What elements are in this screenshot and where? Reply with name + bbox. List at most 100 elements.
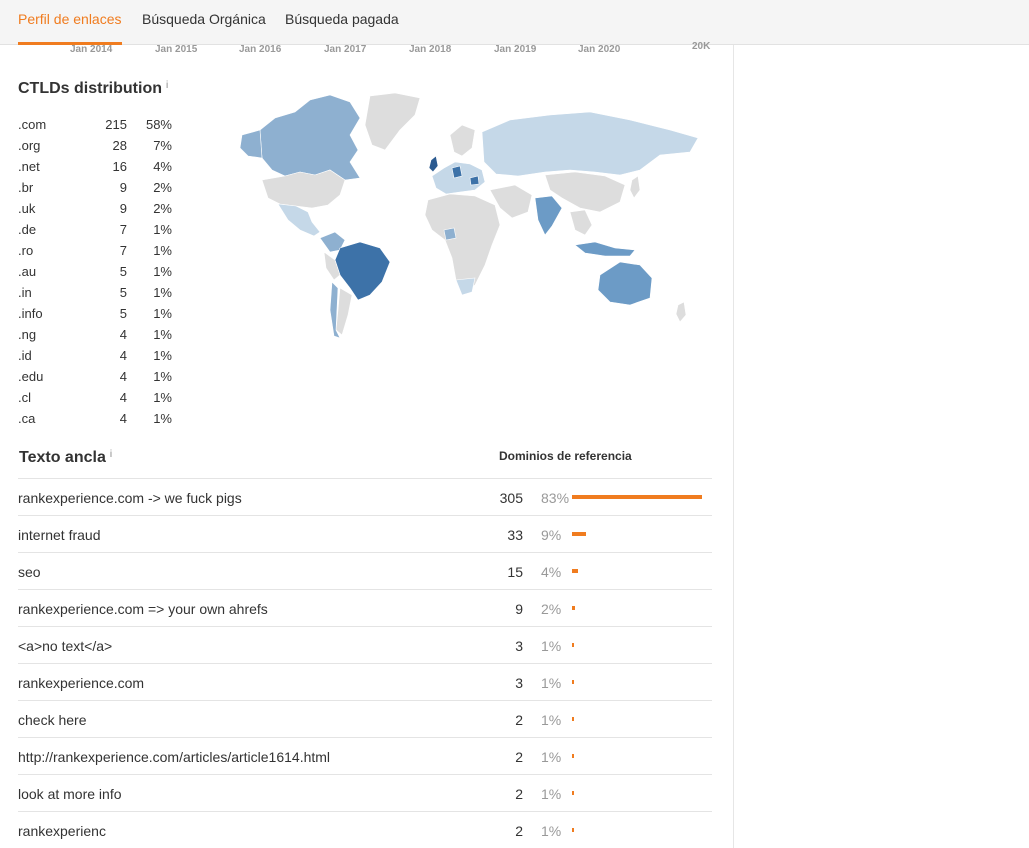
ctld-percent: 1% (153, 411, 172, 426)
ctld-count: 28 (112, 138, 127, 153)
ctld-percent: 7% (153, 138, 172, 153)
ctld-name: .de (18, 222, 37, 237)
ctld-percent: 2% (153, 201, 172, 216)
anchor-share-bar (572, 828, 574, 832)
ctld-row: .in 5 1% (18, 282, 178, 303)
right-panel-divider (733, 45, 734, 848)
map-region-alaska (239, 129, 263, 159)
anchor-share-bar (572, 717, 574, 721)
axis-y-label: 20K (692, 41, 711, 52)
ctld-name: .br (18, 180, 34, 195)
anchor-share-bar (572, 569, 578, 573)
ctld-name: .ro (18, 243, 34, 258)
anchor-text: http://rankexperience.com/articles/artic… (18, 749, 331, 765)
ctld-name: .au (18, 264, 37, 279)
ctld-percent: 1% (153, 327, 172, 342)
anchor-share-bar (572, 495, 702, 499)
anchor-row: check here 2 1% (18, 700, 712, 737)
ctld-row: .id 4 1% (18, 345, 178, 366)
ctld-row: .de 7 1% (18, 219, 178, 240)
ctld-count: 215 (105, 117, 127, 132)
anchor-text: <a>no text</a> (18, 638, 113, 654)
anchor-row: <a>no text</a> 3 1% (18, 626, 712, 663)
anchor-text: seo (18, 564, 41, 580)
anchor-domain-count: 33 (507, 527, 523, 543)
ctld-name: .ca (18, 411, 36, 426)
ctld-count: 4 (119, 411, 127, 426)
anchor-domain-count: 3 (515, 675, 523, 691)
ctld-row: .com 215 58% (18, 114, 178, 135)
ctld-count: 4 (119, 348, 127, 363)
axis-tick-label: Jan 2017 (324, 44, 367, 55)
ctld-row: .ng 4 1% (18, 324, 178, 345)
anchor-row: rankexperience.com => your own ahrefs 9 2% (18, 589, 712, 626)
ctld-count: 9 (119, 201, 127, 216)
anchor-percent: 1% (541, 638, 562, 654)
anchor-domain-count: 2 (515, 749, 523, 765)
ctld-row: .info 5 1% (18, 303, 178, 324)
axis-tick-label: Jan 2016 (239, 44, 282, 55)
ctld-row: .org 28 7% (18, 135, 178, 156)
anchor-row: rankexperienc 2 1% (18, 811, 712, 848)
map-region-nigeria (443, 227, 457, 241)
ctld-percent: 1% (153, 348, 172, 363)
map-region-new-zealand (675, 301, 687, 323)
ctld-count: 7 (119, 222, 127, 237)
ctld-row: .ca 4 1% (18, 408, 178, 429)
anchor-percent: 1% (541, 823, 562, 839)
anchor-row: rankexperience.com 3 1% (18, 663, 712, 700)
anchor-share-bar (572, 791, 574, 795)
tab-perfil-de-enlaces[interactable]: Perfil de enlaces (18, 0, 122, 45)
ctld-name: .id (18, 348, 32, 363)
ctld-name: .in (18, 285, 32, 300)
tab-bar: Perfil de enlaces Búsqueda Orgánica Búsq… (0, 0, 1029, 45)
anchor-row: rankexperience.com -> we fuck pigs 305 83% (18, 478, 712, 515)
world-map (239, 92, 699, 339)
anchor-row: http://rankexperience.com/articles/artic… (18, 737, 712, 774)
ctld-percent: 2% (153, 180, 172, 195)
tab-busqueda-pagada[interactable]: Búsqueda pagada (285, 0, 399, 45)
ctld-count: 7 (119, 243, 127, 258)
ctld-name: .com (18, 117, 47, 132)
ctld-name: .net (18, 159, 40, 174)
anchor-share-bar (572, 754, 574, 758)
axis-tick-label: Jan 2015 (155, 44, 198, 55)
anchor-text: rankexperience.com => your own ahrefs (18, 601, 268, 617)
anchor-text: look at more info (18, 786, 122, 802)
axis-tick-label: Jan 2019 (494, 44, 537, 55)
anchor-domain-count: 2 (515, 786, 523, 802)
ctld-percent: 1% (153, 390, 172, 405)
ctld-name: .uk (18, 201, 36, 216)
ctld-count: 16 (112, 159, 127, 174)
map-region-germany (451, 165, 463, 179)
anchor-row: internet fraud 33 9% (18, 515, 712, 552)
anchor-share-bar (572, 606, 575, 610)
tab-busqueda-organica[interactable]: Búsqueda Orgánica (142, 0, 266, 45)
map-region-scandinavia (449, 124, 476, 157)
anchor-text: rankexperience.com -> we fuck pigs (18, 490, 242, 506)
ctld-percent: 1% (153, 285, 172, 300)
anchor-percent: 1% (541, 749, 562, 765)
ctld-name: .edu (18, 369, 44, 384)
map-region-india (534, 195, 563, 236)
anchor-text: internet fraud (18, 527, 101, 543)
info-icon[interactable]: i (110, 449, 112, 460)
anchor-percent: 4% (541, 564, 562, 580)
ctld-name: .cl (18, 390, 31, 405)
anchor-share-bar (572, 680, 574, 684)
ctld-percent: 1% (153, 243, 172, 258)
map-region-greenland (364, 92, 421, 151)
ctld-count: 4 (119, 327, 127, 342)
map-region-australia (597, 261, 653, 306)
map-region-canada (259, 94, 361, 181)
ctld-name: .ng (18, 327, 37, 342)
ctld-row: .edu 4 1% (18, 366, 178, 387)
map-region-russia (481, 111, 699, 177)
anchor-percent: 1% (541, 712, 562, 728)
anchor-percent: 9% (541, 527, 562, 543)
ctld-percent: 1% (153, 222, 172, 237)
anchor-text: rankexperience.com (18, 675, 145, 691)
map-region-southeast-asia (569, 209, 593, 236)
ctld-row: .au 5 1% (18, 261, 178, 282)
info-icon[interactable]: i (166, 80, 168, 91)
